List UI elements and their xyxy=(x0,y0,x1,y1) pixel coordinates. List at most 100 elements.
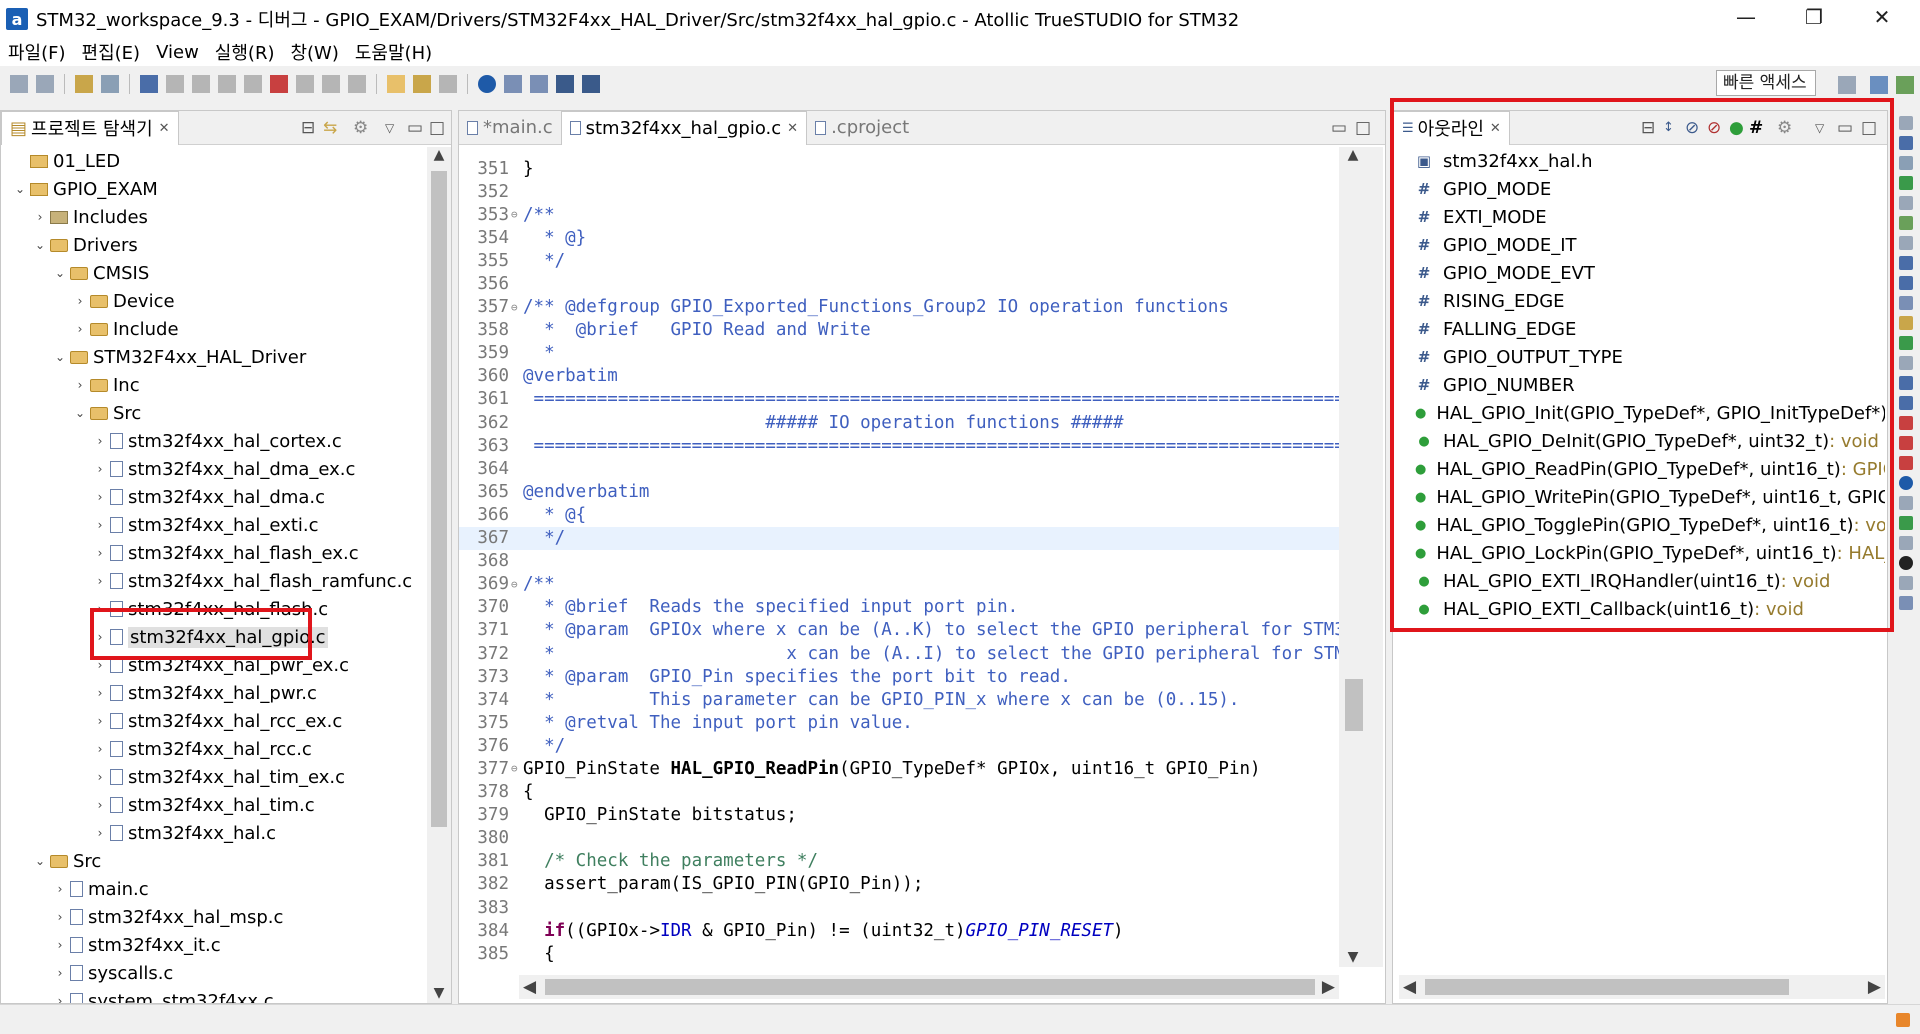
probe-icon[interactable] xyxy=(1899,596,1913,610)
code-line[interactable]: 361 ====================================… xyxy=(459,388,1339,411)
timeline-icon[interactable] xyxy=(1899,416,1913,430)
chevron-right-icon[interactable]: › xyxy=(93,658,107,672)
tree-item[interactable]: ⌄ Drivers xyxy=(1,231,427,259)
tab-project-explorer[interactable]: ▤ 프로젝트 탐색기 ✕ xyxy=(1,110,179,145)
code-line[interactable]: 374 * This parameter can be GPIO_PIN_x w… xyxy=(459,688,1339,711)
chevron-right-icon[interactable]: › xyxy=(73,322,87,336)
minimize-button[interactable]: — xyxy=(1716,0,1776,34)
hide-fields-icon[interactable]: ⊘ xyxy=(1685,118,1699,138)
chevron-down-icon[interactable]: ⌄ xyxy=(33,854,47,868)
tree-item[interactable]: › stm32f4xx_hal_flash_ex.c xyxy=(1,539,427,567)
chevron-right-icon[interactable]: › xyxy=(33,210,47,224)
code-line[interactable]: 362 ##### IO operation functions ##### xyxy=(459,411,1339,434)
chevron-right-icon[interactable]: › xyxy=(93,714,107,728)
tree-item[interactable]: › Includes xyxy=(1,203,427,231)
close-icon[interactable]: ✕ xyxy=(1490,121,1501,136)
step-over-icon[interactable] xyxy=(322,75,340,93)
step-icon[interactable] xyxy=(192,75,210,93)
code-line[interactable]: 375 * @retval The input port pin value. xyxy=(459,711,1339,734)
code-line[interactable]: 353 ⊖/** xyxy=(459,203,1339,226)
tree-item[interactable]: › stm32f4xx_hal_msp.c xyxy=(1,903,427,931)
menu-item[interactable]: 창(W) xyxy=(282,39,346,65)
chevron-right-icon[interactable]: › xyxy=(93,518,107,532)
menu-item[interactable]: 편집(E) xyxy=(74,39,149,65)
step-return-icon[interactable] xyxy=(348,75,366,93)
disconnect-icon[interactable] xyxy=(270,75,288,93)
restore-icon[interactable] xyxy=(1899,116,1913,130)
fold-icon[interactable]: ⊖ xyxy=(511,762,523,775)
tree-item[interactable]: › stm32f4xx_hal_rcc.c xyxy=(1,735,427,763)
debug-icon[interactable] xyxy=(1899,216,1913,230)
chevron-right-icon[interactable]: › xyxy=(93,490,107,504)
quick-access-field[interactable]: 빠른 액세스 xyxy=(1716,70,1816,96)
tree-item[interactable]: › stm32f4xx_hal_tim.c xyxy=(1,791,427,819)
tree-item[interactable]: ⌄ GPIO_EXAM xyxy=(1,175,427,203)
chevron-down-icon[interactable]: ⌄ xyxy=(53,350,67,364)
restore-icon[interactable] xyxy=(1899,356,1913,370)
scroll-up-icon[interactable]: ▲ xyxy=(1339,147,1367,163)
resume-icon[interactable] xyxy=(166,75,184,93)
outline-hscroll-thumb[interactable] xyxy=(1425,979,1789,995)
code-line[interactable]: 385 { xyxy=(459,942,1339,965)
tab-outline[interactable]: ☰ 아웃라인 ✕ xyxy=(1393,110,1510,145)
tree-item[interactable]: › stm32f4xx_hal_tim_ex.c xyxy=(1,763,427,791)
code-line[interactable]: 365 @endverbatim xyxy=(459,480,1339,503)
tree-item[interactable]: › stm32f4xx_hal_rcc_ex.c xyxy=(1,707,427,735)
explorer-scroll-thumb[interactable] xyxy=(431,171,447,827)
tree-item[interactable]: › stm32f4xx_hal_pwr.c xyxy=(1,679,427,707)
code-line[interactable]: 352 xyxy=(459,180,1339,203)
tree-item[interactable]: › stm32f4xx_hal_exti.c xyxy=(1,511,427,539)
menu-item[interactable]: 도움말(H) xyxy=(347,39,440,65)
scroll-down-icon[interactable]: ▼ xyxy=(1339,949,1367,965)
build-icon[interactable] xyxy=(75,75,93,93)
scroll-up-icon[interactable]: ▲ xyxy=(427,147,451,163)
outline-item[interactable]: ▣ stm32f4xx_hal.h xyxy=(1393,147,1885,175)
tab-editor-file[interactable]: stm32f4xx_hal_gpio.c ✕ xyxy=(560,110,808,145)
outline-item[interactable]: # FALLING_EDGE xyxy=(1393,315,1885,343)
code-line[interactable]: 377 ⊖ GPIO_PinState HAL_GPIO_ReadPin(GPIO_… xyxy=(459,757,1339,780)
filter-icon[interactable]: ⚙ xyxy=(1777,118,1792,138)
tree-item[interactable]: › stm32f4xx_hal_pwr_ex.c xyxy=(1,651,427,679)
chevron-right-icon[interactable]: › xyxy=(73,294,87,308)
search-icon[interactable] xyxy=(1899,156,1913,170)
code-line[interactable]: 356 xyxy=(459,272,1339,295)
profiler-icon[interactable] xyxy=(1899,456,1913,470)
tree-item[interactable]: ⌄ STM32F4xx_HAL_Driver xyxy=(1,343,427,371)
table-icon[interactable] xyxy=(1899,176,1913,190)
outline-item[interactable]: # RISING_EDGE xyxy=(1393,287,1885,315)
code-editor[interactable]: 351} 352 353 ⊖/** 354 * @} 355 */356 357 ⊖/** @… xyxy=(459,147,1339,967)
forward-icon[interactable] xyxy=(439,75,457,93)
restore-icon[interactable] xyxy=(1899,236,1913,250)
swv-icon[interactable] xyxy=(1899,376,1913,390)
open-folder-icon[interactable] xyxy=(387,75,405,93)
code-line[interactable]: 369 ⊖/** xyxy=(459,573,1339,596)
code-line[interactable]: 376 */ xyxy=(459,734,1339,757)
outline-item[interactable]: # GPIO_NUMBER xyxy=(1393,371,1885,399)
editor-hscrollbar[interactable]: ◀ ▶ xyxy=(519,975,1339,999)
chevron-down-icon[interactable]: ⌄ xyxy=(73,406,87,420)
minimize-view-icon[interactable]: ▭ xyxy=(1837,118,1853,138)
camera-icon[interactable] xyxy=(1899,556,1913,570)
code-line[interactable]: 378 { xyxy=(459,781,1339,804)
collapse-all-icon[interactable]: ⊟ xyxy=(301,118,315,138)
outline-item[interactable]: ● HAL_GPIO_WritePin(GPIO_TypeDef*, uint16… xyxy=(1393,483,1885,511)
outline-item[interactable]: # GPIO_MODE_IT xyxy=(1393,231,1885,259)
outline-item[interactable]: ● HAL_GPIO_Init(GPIO_TypeDef*, GPIO_InitT… xyxy=(1393,399,1885,427)
code-line[interactable]: 354 * @} xyxy=(459,226,1339,249)
chevron-right-icon[interactable]: › xyxy=(93,742,107,756)
chevron-right-icon[interactable]: › xyxy=(93,602,107,616)
chevron-right-icon[interactable]: › xyxy=(53,882,67,896)
help-icon[interactable] xyxy=(1899,476,1913,490)
tree-item[interactable]: ⌄ Src xyxy=(1,847,427,875)
chevron-down-icon[interactable]: ⌄ xyxy=(53,266,67,280)
editor-scroll-thumb[interactable] xyxy=(1345,679,1363,731)
close-icon[interactable]: ✕ xyxy=(159,121,170,136)
settings-icon[interactable] xyxy=(101,75,119,93)
maximize-view-icon[interactable]: □ xyxy=(1355,118,1371,138)
fold-icon[interactable]: ⊖ xyxy=(511,301,523,314)
suspend-icon[interactable] xyxy=(218,75,236,93)
cpp-perspective-icon[interactable] xyxy=(1870,76,1888,94)
terminal-icon[interactable] xyxy=(140,75,158,93)
link-editor-icon[interactable]: ⇆ xyxy=(323,118,337,138)
hide-static-icon[interactable]: ⊘ xyxy=(1707,118,1721,138)
